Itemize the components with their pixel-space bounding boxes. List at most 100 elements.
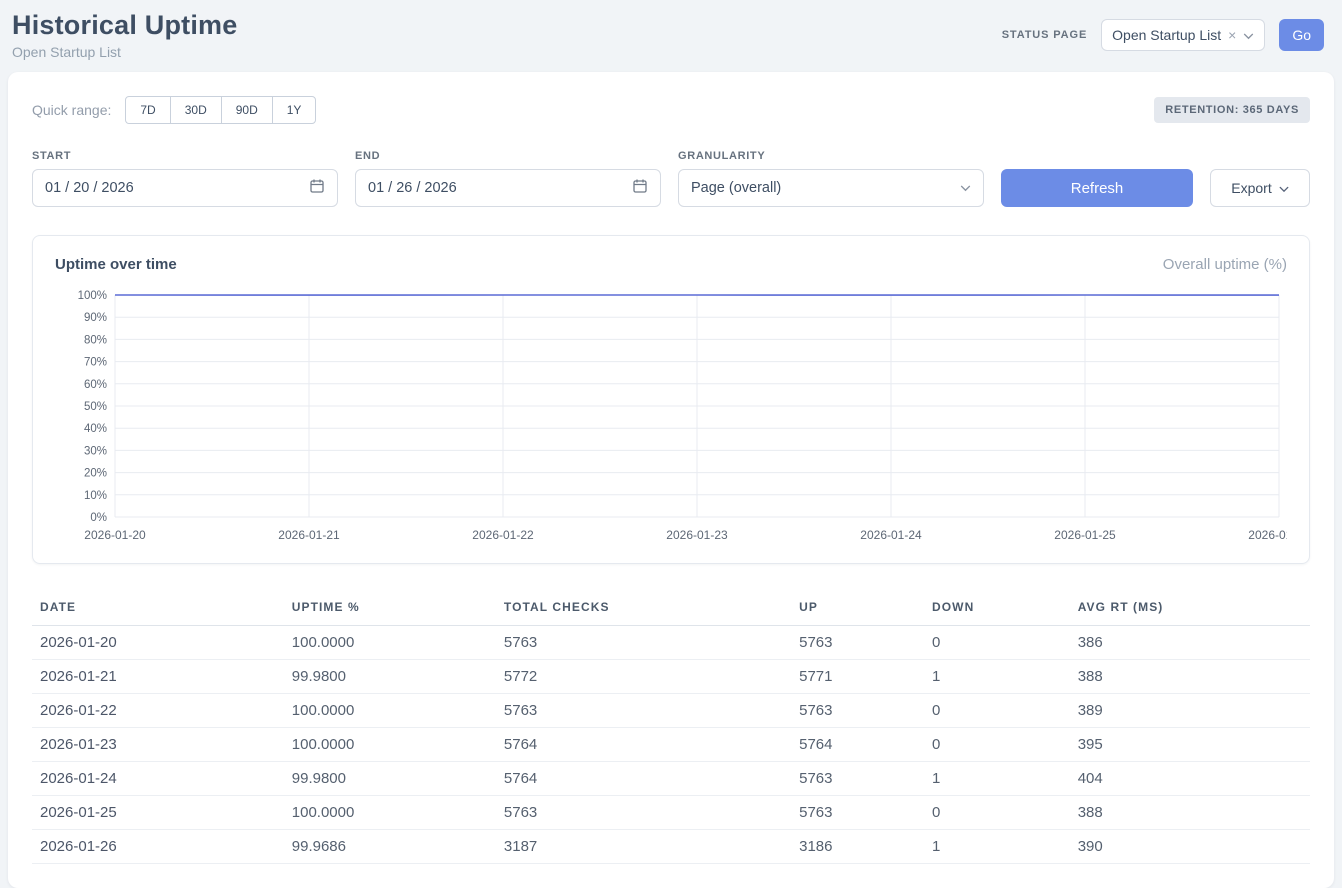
table-cell: 5763 (496, 626, 791, 660)
quick-range-30d[interactable]: 30D (170, 96, 222, 124)
table-cell: 2026-01-25 (32, 796, 284, 830)
page-subtitle: Open Startup List (12, 44, 237, 60)
table-cell: 100.0000 (284, 694, 496, 728)
table-cell: 386 (1070, 626, 1310, 660)
x-tick-label: 2026-01-22 (472, 528, 534, 542)
calendar-icon[interactable] (632, 178, 648, 198)
table-cell: 100.0000 (284, 626, 496, 660)
table-cell: 5763 (791, 796, 924, 830)
y-tick-label: 0% (90, 512, 107, 524)
start-date-label: START (32, 150, 338, 162)
column-header-down: DOWN (924, 590, 1070, 626)
chart-header: Uptime over time Overall uptime (%) (55, 256, 1287, 273)
start-date-value: 01 / 20 / 2026 (45, 180, 134, 196)
table-cell: 99.9686 (284, 830, 496, 864)
table-cell: 2026-01-21 (32, 660, 284, 694)
uptime-line-chart: 100%90%80%70%60%50%40%30%20%10%0%2026-01… (55, 287, 1287, 545)
filters-row: START 01 / 20 / 2026 END 01 / 26 / 2026 … (32, 150, 1310, 207)
granularity-select[interactable]: Page (overall) (678, 169, 984, 207)
refresh-button[interactable]: Refresh (1001, 169, 1193, 207)
go-button[interactable]: Go (1279, 19, 1324, 51)
uptime-chart-card: Uptime over time Overall uptime (%) 100%… (32, 235, 1310, 564)
start-date-input[interactable]: 01 / 20 / 2026 (32, 169, 338, 207)
table-cell: 2026-01-20 (32, 626, 284, 660)
table-cell: 5771 (791, 660, 924, 694)
chevron-down-icon (1279, 180, 1289, 196)
quick-range-1y[interactable]: 1Y (272, 96, 317, 124)
chart-legend: Overall uptime (%) (1163, 256, 1287, 273)
export-button[interactable]: Export (1210, 169, 1310, 207)
table-cell: 5764 (791, 728, 924, 762)
table-cell: 99.9800 (284, 762, 496, 796)
granularity-field: GRANULARITY Page (overall) (678, 150, 984, 207)
table-cell: 5763 (791, 694, 924, 728)
y-tick-label: 60% (84, 379, 107, 391)
status-page-controls: STATUS PAGE Open Startup List × Go (1002, 19, 1324, 51)
uptime-table: DATEUPTIME %TOTAL CHECKSUPDOWNAVG RT (MS… (32, 590, 1310, 864)
calendar-icon[interactable] (309, 178, 325, 198)
end-date-input[interactable]: 01 / 26 / 2026 (355, 169, 661, 207)
table-cell: 395 (1070, 728, 1310, 762)
quick-range-group: 7D30D90D1Y (125, 96, 316, 124)
table-cell: 99.9800 (284, 660, 496, 694)
granularity-label: GRANULARITY (678, 150, 984, 162)
table-row: 2026-01-20100.0000576357630386 (32, 626, 1310, 660)
table-cell: 5764 (496, 762, 791, 796)
y-tick-label: 40% (84, 423, 107, 435)
table-cell: 0 (924, 728, 1070, 762)
table-row: 2026-01-22100.0000576357630389 (32, 694, 1310, 728)
page-title: Historical Uptime (12, 10, 237, 41)
quick-range-row: Quick range: 7D30D90D1Y RETENTION: 365 D… (32, 96, 1310, 124)
end-date-label: END (355, 150, 661, 162)
column-header-up: UP (791, 590, 924, 626)
quick-range-label: Quick range: (32, 102, 111, 118)
retention-badge: RETENTION: 365 DAYS (1154, 97, 1310, 123)
quick-range-7d[interactable]: 7D (125, 96, 170, 124)
table-cell: 100.0000 (284, 728, 496, 762)
column-header-uptime: UPTIME % (284, 590, 496, 626)
status-page-label: STATUS PAGE (1002, 29, 1087, 41)
table-cell: 2026-01-23 (32, 728, 284, 762)
table-cell: 404 (1070, 762, 1310, 796)
column-header-total-checks: TOTAL CHECKS (496, 590, 791, 626)
table-header-row: DATEUPTIME %TOTAL CHECKSUPDOWNAVG RT (MS… (32, 590, 1310, 626)
end-date-field: END 01 / 26 / 2026 (355, 150, 661, 207)
table-cell: 5763 (496, 694, 791, 728)
export-button-label: Export (1231, 180, 1271, 196)
table-cell: 5763 (791, 626, 924, 660)
y-tick-label: 20% (84, 468, 107, 480)
table-cell: 5763 (791, 762, 924, 796)
status-page-select[interactable]: Open Startup List × (1101, 19, 1265, 51)
y-tick-label: 30% (84, 445, 107, 457)
table-cell: 388 (1070, 660, 1310, 694)
x-tick-label: 2026-01-24 (860, 528, 922, 542)
y-tick-label: 100% (78, 290, 107, 302)
table-cell: 5763 (496, 796, 791, 830)
status-page-select-value: Open Startup List (1112, 27, 1221, 43)
column-header-date: DATE (32, 590, 284, 626)
x-tick-label: 2026-01-26 (1248, 528, 1287, 542)
table-row: 2026-01-23100.0000576457640395 (32, 728, 1310, 762)
granularity-value: Page (overall) (691, 180, 781, 196)
table-cell: 3186 (791, 830, 924, 864)
main-card: Quick range: 7D30D90D1Y RETENTION: 365 D… (8, 72, 1334, 888)
table-cell: 0 (924, 694, 1070, 728)
table-cell: 389 (1070, 694, 1310, 728)
x-tick-label: 2026-01-25 (1054, 528, 1116, 542)
end-date-value: 01 / 26 / 2026 (368, 180, 457, 196)
chart-title: Uptime over time (55, 256, 177, 273)
column-header-avg-rt-ms: AVG RT (MS) (1070, 590, 1310, 626)
table-cell: 0 (924, 626, 1070, 660)
title-block: Historical Uptime Open Startup List (12, 10, 237, 60)
table-cell: 100.0000 (284, 796, 496, 830)
quick-range-90d[interactable]: 90D (221, 96, 273, 124)
clear-selection-icon[interactable]: × (1228, 28, 1236, 42)
table-cell: 3187 (496, 830, 791, 864)
table-cell: 390 (1070, 830, 1310, 864)
x-tick-label: 2026-01-20 (84, 528, 146, 542)
y-tick-label: 80% (84, 334, 107, 346)
table-cell: 388 (1070, 796, 1310, 830)
table-row: 2026-01-25100.0000576357630388 (32, 796, 1310, 830)
y-tick-label: 90% (84, 312, 107, 324)
x-tick-label: 2026-01-23 (666, 528, 728, 542)
